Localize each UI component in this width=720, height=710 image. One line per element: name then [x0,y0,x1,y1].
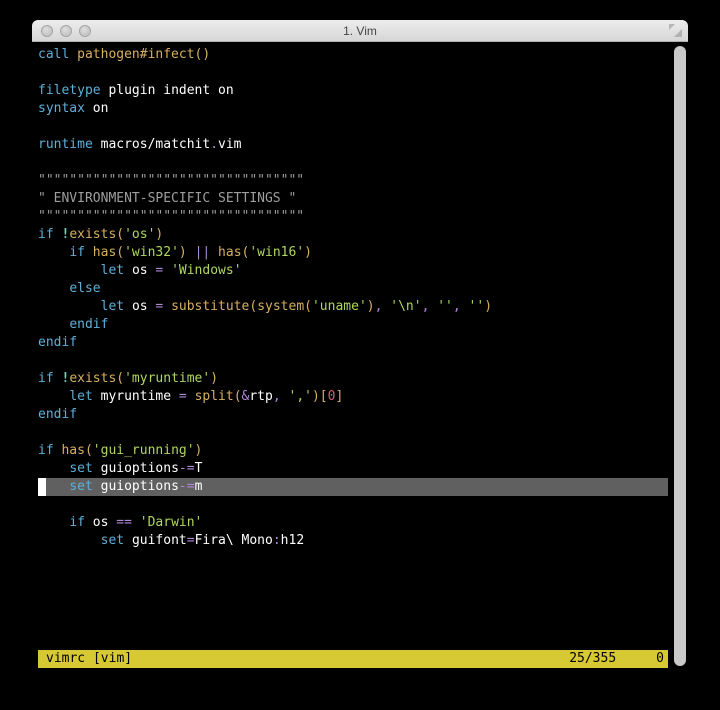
code-line[interactable]: set guioptions-=T [38,460,682,478]
code-line[interactable]: set guioptions-=m [38,478,682,496]
window-titlebar[interactable]: 1. Vim [32,20,688,42]
code-line[interactable] [38,154,682,172]
code-line[interactable] [38,424,682,442]
fullscreen-icon[interactable] [669,24,682,37]
code-line[interactable] [38,352,682,370]
zoom-icon[interactable] [79,25,91,37]
code-line[interactable] [38,118,682,136]
code-line[interactable]: let os = 'Windows' [38,262,682,280]
minimize-icon[interactable] [60,25,72,37]
code-line[interactable]: let os = substitute(system('uname'), '\n… [38,298,682,316]
code-line[interactable]: endif [38,316,682,334]
code-line[interactable] [38,496,682,514]
code-area[interactable]: call pathogen#infect() filetype plugin i… [32,42,688,550]
code-line[interactable]: """""""""""""""""""""""""""""""""" [38,208,682,226]
code-line[interactable]: if !exists('os') [38,226,682,244]
cursor-block [38,478,46,496]
code-line[interactable]: filetype plugin indent on [38,82,682,100]
code-line[interactable] [38,64,682,82]
code-line[interactable]: runtime macros/matchit.vim [38,136,682,154]
code-line[interactable]: if has('win32') || has('win16') [38,244,682,262]
terminal-window: 1. Vim call pathogen#infect() filetype p… [32,20,688,690]
status-column: 0 [656,650,664,668]
code-line[interactable]: if os == 'Darwin' [38,514,682,532]
editor-viewport[interactable]: call pathogen#infect() filetype plugin i… [32,42,688,690]
status-bar: vimrc [vim] 25/355 0 [38,650,668,668]
code-line[interactable]: endif [38,334,682,352]
code-line[interactable]: if has('gui_running') [38,442,682,460]
code-line[interactable]: endif [38,406,682,424]
traffic-lights [32,25,91,37]
code-line[interactable]: set guifont=Fira\ Mono:h12 [38,532,682,550]
code-line[interactable]: else [38,280,682,298]
code-line[interactable]: """""""""""""""""""""""""""""""""" [38,172,682,190]
code-line[interactable]: if !exists('myruntime') [38,370,682,388]
code-line[interactable]: " ENVIRONMENT-SPECIFIC SETTINGS " [38,190,682,208]
window-title: 1. Vim [32,24,688,38]
code-line[interactable]: call pathogen#infect() [38,46,682,64]
status-position: 25/355 [569,650,656,668]
code-line[interactable]: syntax on [38,100,682,118]
close-icon[interactable] [41,25,53,37]
status-filename: vimrc [vim] [46,650,132,668]
code-line[interactable]: let myruntime = split(&rtp, ',')[0] [38,388,682,406]
